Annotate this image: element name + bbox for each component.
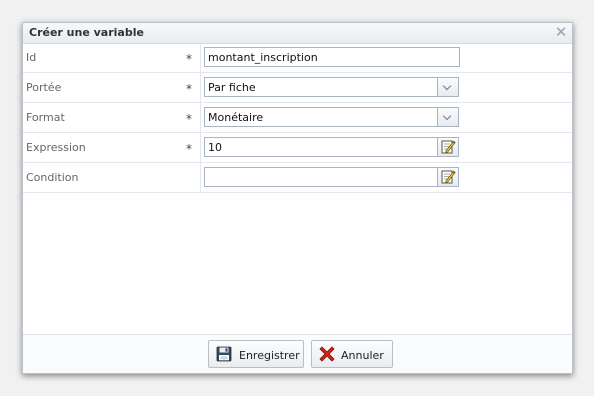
floppy-disk-icon <box>216 346 232 362</box>
save-button-label: Enregistrer <box>239 349 300 362</box>
dialog-titlebar[interactable]: Créer une variable ✕ <box>23 23 572 44</box>
edit-pencil-icon <box>441 140 456 154</box>
condition-input[interactable] <box>204 167 459 187</box>
condition-label: Condition <box>26 171 79 184</box>
required-marker: * <box>186 52 192 66</box>
column-divider <box>200 163 201 192</box>
portee-dropdown-button[interactable] <box>437 78 458 96</box>
required-marker: * <box>186 82 192 96</box>
form-row-condition: Condition <box>23 163 572 193</box>
column-divider <box>200 133 201 162</box>
id-label: Id <box>26 51 37 64</box>
required-marker: * <box>186 142 192 156</box>
expression-label: Expression <box>26 141 86 154</box>
create-variable-dialog: Créer une variable ✕ Id * montant_inscri… <box>22 22 573 374</box>
close-icon[interactable]: ✕ <box>554 24 568 40</box>
format-select[interactable]: Monétaire <box>204 107 459 127</box>
chevron-down-icon <box>442 111 452 121</box>
expression-input[interactable]: 10 <box>204 137 459 157</box>
edit-pencil-icon <box>441 170 456 184</box>
cancel-button-label: Annuler <box>341 349 384 362</box>
portee-select-value: Par fiche <box>208 81 256 94</box>
column-divider <box>200 73 201 102</box>
dialog-footer: Enregistrer Annuler <box>23 334 572 373</box>
form-row-format: Format * Monétaire <box>23 103 572 133</box>
format-select-value: Monétaire <box>208 111 264 124</box>
save-button[interactable]: Enregistrer <box>208 340 304 368</box>
format-label: Format <box>26 111 65 124</box>
condition-editor-button[interactable] <box>437 168 458 186</box>
expression-input-value: 10 <box>208 141 222 154</box>
format-dropdown-button[interactable] <box>437 108 458 126</box>
column-divider <box>200 43 201 72</box>
id-input[interactable]: montant_inscription <box>204 47 460 67</box>
form-row-expression: Expression * 10 <box>23 133 572 163</box>
required-marker: * <box>186 112 192 126</box>
form-row-id: Id * montant_inscription <box>23 43 572 73</box>
id-input-value: montant_inscription <box>208 51 318 64</box>
cancel-button[interactable]: Annuler <box>311 340 393 368</box>
red-x-icon <box>319 346 335 362</box>
variable-form: Id * montant_inscription Portée * Par fi… <box>23 43 572 193</box>
portee-label: Portée <box>26 81 62 94</box>
form-row-portee: Portée * Par fiche <box>23 73 572 103</box>
dialog-title: Créer une variable <box>29 26 144 39</box>
chevron-down-icon <box>442 81 452 91</box>
column-divider <box>200 103 201 132</box>
portee-select[interactable]: Par fiche <box>204 77 459 97</box>
expression-editor-button[interactable] <box>437 138 458 156</box>
